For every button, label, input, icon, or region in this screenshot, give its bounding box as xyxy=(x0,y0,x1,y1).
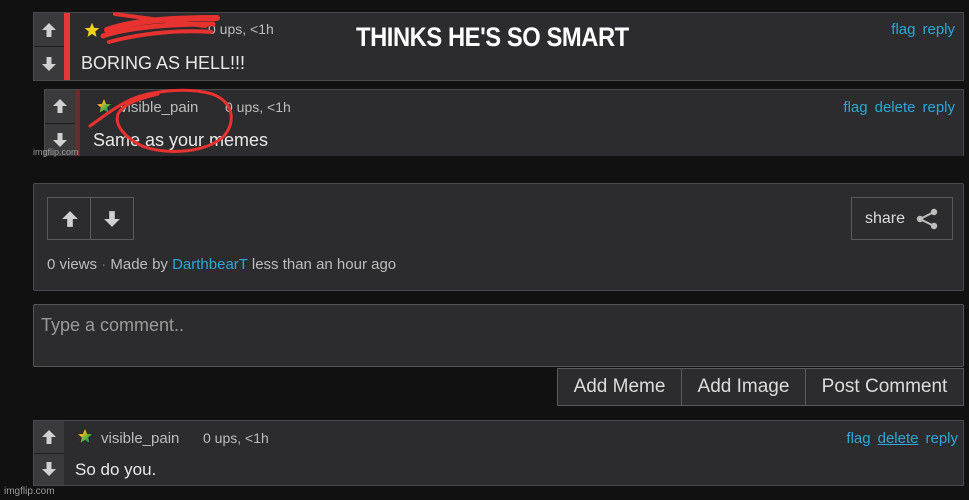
delete-link[interactable]: delete xyxy=(878,430,919,447)
comment-meta: 0 ups, <1h xyxy=(203,430,269,446)
comment-input[interactable]: Type a comment.. xyxy=(33,304,964,367)
downvote-button[interactable] xyxy=(34,47,64,80)
vote-column xyxy=(34,421,64,485)
comment-text: So do you. xyxy=(75,460,157,479)
post-comment-label: Post Comment xyxy=(821,376,948,397)
circle-annotation xyxy=(88,88,233,153)
upvote-button[interactable] xyxy=(34,13,64,47)
upvote-button[interactable] xyxy=(47,197,91,240)
add-image-button[interactable]: Add Image xyxy=(681,368,806,406)
post-time: less than an hour ago xyxy=(251,256,397,273)
reply-link[interactable]: reply xyxy=(922,21,955,38)
made-by-label: Made by xyxy=(110,256,168,273)
rainbow-star-icon xyxy=(76,427,94,445)
arrow-up-icon xyxy=(53,99,67,114)
share-icon xyxy=(916,208,938,229)
upvote-button[interactable] xyxy=(45,90,75,124)
arrow-up-icon xyxy=(42,22,56,37)
vote-column xyxy=(34,13,64,80)
downvote-button[interactable] xyxy=(90,197,134,240)
comment-text: BORING AS HELL!!! xyxy=(81,53,246,73)
add-meme-button[interactable]: Add Meme xyxy=(557,368,682,406)
redaction-scribble xyxy=(100,12,220,44)
arrow-down-icon xyxy=(53,132,67,147)
comment-placeholder: Type a comment.. xyxy=(41,315,185,335)
share-button[interactable]: share xyxy=(851,197,953,240)
meme-info-panel: share 0 views · Made by DarthbearT less … xyxy=(33,183,964,291)
owner-accent-bar xyxy=(64,13,70,80)
reply-link[interactable]: reply xyxy=(925,430,958,447)
comment-3: visible_pain 0 ups, <1h So do you. flag … xyxy=(33,420,964,486)
watermark-bottom: imgflip.com xyxy=(4,486,55,497)
separator-dot: · xyxy=(101,256,107,273)
view-count: 0 views xyxy=(47,256,98,273)
meme-stats: 0 views · Made by DarthbearT less than a… xyxy=(47,256,396,273)
arrow-down-icon xyxy=(42,462,56,477)
comment-actions: flag delete reply xyxy=(843,99,955,116)
username[interactable]: visible_pain xyxy=(101,430,179,447)
arrow-down-icon xyxy=(104,210,120,227)
comment-actions: flag delete reply xyxy=(846,430,958,447)
watermark: imgflip.com xyxy=(33,147,79,157)
flag-link[interactable]: flag xyxy=(843,99,867,116)
flag-link[interactable]: flag xyxy=(846,430,870,447)
delete-link[interactable]: delete xyxy=(875,99,916,116)
arrow-up-icon xyxy=(61,210,78,227)
author-link[interactable]: DarthbearT xyxy=(172,256,248,273)
comment-actions: flag reply xyxy=(891,21,955,38)
overlay-caption: THINKS HE'S SO SMART xyxy=(356,22,629,52)
upvote-button[interactable] xyxy=(34,421,64,454)
add-meme-label: Add Meme xyxy=(573,376,666,397)
reply-link[interactable]: reply xyxy=(922,99,955,116)
arrow-up-icon xyxy=(42,429,56,444)
downvote-button[interactable] xyxy=(34,454,64,486)
post-comment-button[interactable]: Post Comment xyxy=(805,368,964,406)
share-label: share xyxy=(864,209,906,227)
arrow-down-icon xyxy=(42,56,56,71)
flag-link[interactable]: flag xyxy=(891,21,915,38)
add-image-label: Add Image xyxy=(697,376,790,397)
